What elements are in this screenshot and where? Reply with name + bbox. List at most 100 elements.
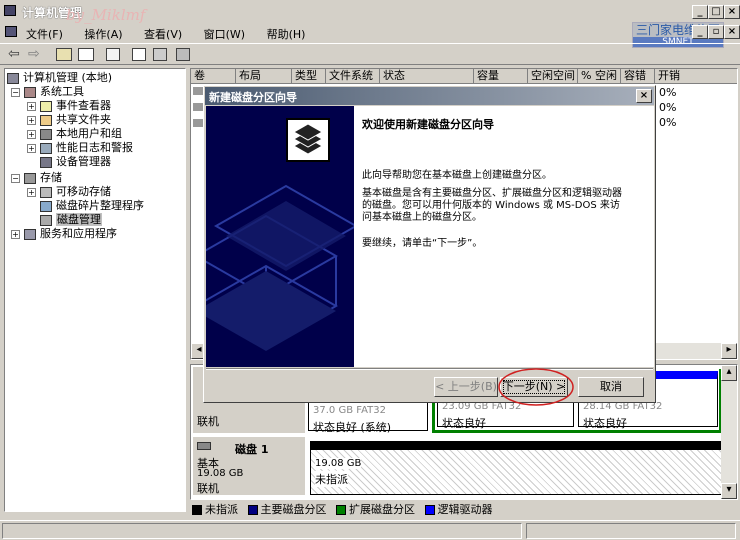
back-arrow-icon[interactable]: ⇦ <box>8 46 20 62</box>
wizard-separator <box>206 368 653 370</box>
defrag-icon <box>40 200 52 212</box>
tree-item-perf-logs[interactable]: + 性能日志和警报 <box>27 141 133 155</box>
close-button[interactable]: × <box>724 5 740 19</box>
expand-icon[interactable]: + <box>27 115 36 125</box>
menu-help[interactable]: 帮助(H) <box>267 28 306 41</box>
wizard-intro: 此向导帮助您在基本磁盘上创建磁盘分区。 <box>362 170 552 181</box>
wizard-close-button[interactable]: × <box>636 89 652 103</box>
volume-overhead-cell: 0% <box>659 86 677 99</box>
volume-row-icon <box>193 119 203 127</box>
up-folder-icon[interactable] <box>56 48 72 61</box>
wizard-heading: 欢迎使用新建磁盘分区向导 <box>362 118 494 131</box>
computer-icon <box>7 72 19 84</box>
legend: 未指派 主要磁盘分区 扩展磁盘分区 逻辑驱动器 <box>192 501 493 517</box>
col-percent-free[interactable]: % 空闲 <box>578 69 621 84</box>
expand-icon[interactable]: + <box>27 129 36 139</box>
tree-item-services[interactable]: + 服务和应用程序 <box>11 227 117 241</box>
forward-arrow-icon[interactable]: ⇨ <box>28 46 40 62</box>
scroll-up-button[interactable]: ▴ <box>721 365 737 381</box>
mmc-icon <box>5 26 17 37</box>
partition-size: 37.0 GB FAT32 <box>313 405 386 416</box>
wizard-description: 基本磁盘是含有主要磁盘分区、扩展磁盘分区和逻辑驱动器的磁盘。您可以用什何版本的 … <box>362 188 622 223</box>
wizard-banner <box>206 106 354 367</box>
show-tree-icon[interactable] <box>78 48 94 61</box>
tree-item-local-users[interactable]: + 本地用户和组 <box>27 127 122 141</box>
expand-icon[interactable]: + <box>27 187 36 197</box>
help-icon[interactable] <box>132 48 146 61</box>
disk1-status: 联机 <box>197 482 219 495</box>
legend-swatch <box>424 505 435 515</box>
tree-pane: 计算机管理 (本地) − 系统工具 + 事件查看器 + 共享文件夹 + 本地用户和组 +… <box>4 68 186 512</box>
properties-icon[interactable] <box>106 48 120 61</box>
minimize-button[interactable]: _ <box>692 5 708 19</box>
tree-item-event-viewer[interactable]: + 事件查看器 <box>27 99 111 113</box>
volume-overhead-cell: 0% <box>659 101 677 114</box>
col-free-space[interactable]: 空闲空间 <box>528 69 578 84</box>
expand-icon[interactable]: + <box>27 143 36 153</box>
unallocated-label: 未指派 <box>315 471 348 487</box>
tree-item-defrag[interactable]: 磁盘碎片整理程序 <box>40 199 144 213</box>
disk-settings-icon[interactable] <box>153 48 167 61</box>
tree-item-system-tools[interactable]: − 系统工具 <box>11 85 84 99</box>
col-fault-tolerance[interactable]: 容错 <box>621 69 655 84</box>
legend-swatch <box>247 505 258 515</box>
menu-file[interactable]: 文件(F) <box>26 28 63 41</box>
expand-icon[interactable]: + <box>27 101 36 111</box>
legend-swatch <box>192 505 202 515</box>
legend-item-primary: 主要磁盘分区 <box>247 503 327 516</box>
disk1-unallocated[interactable]: 19.08 GB 未指派 <box>310 441 722 495</box>
menu-window[interactable]: 窗口(W) <box>204 28 245 41</box>
event-viewer-icon <box>40 100 52 112</box>
disk-vscrollbar[interactable]: ▴ ▾ <box>721 365 737 499</box>
mdi-close-button[interactable]: × <box>724 25 740 39</box>
perf-logs-icon <box>40 142 52 154</box>
maximize-button[interactable]: □ <box>708 5 724 19</box>
removable-storage-icon <box>40 186 52 198</box>
tools-icon <box>24 86 36 98</box>
status-panel <box>2 523 522 539</box>
legend-item-logical: 逻辑驱动器 <box>424 503 493 516</box>
refresh-icon[interactable] <box>176 48 190 61</box>
mdi-restore-button[interactable]: ▫ <box>708 25 724 39</box>
scroll-right-button[interactable]: ▸ <box>721 343 737 359</box>
tree-root[interactable]: 计算机管理 (本地) <box>7 71 112 85</box>
wizard-title-bar: 新建磁盘分区向导 × <box>205 87 654 105</box>
col-type[interactable]: 类型 <box>292 69 326 84</box>
disk1-name: 磁盘 1 <box>235 443 269 456</box>
users-icon <box>40 128 52 140</box>
wizard-cancel-button[interactable]: 取消 <box>578 377 644 397</box>
disk1-info: 磁盘 1 基本 19.08 GB 联机 <box>193 437 305 495</box>
mdi-minimize-button[interactable]: _ <box>692 25 708 39</box>
tree-item-removable-storage[interactable]: + 可移动存储 <box>27 185 111 199</box>
col-volume[interactable]: 卷 <box>191 69 236 84</box>
collapse-icon[interactable]: − <box>11 87 20 97</box>
partition-state: 状态良好 <box>583 417 627 430</box>
expand-icon[interactable]: + <box>11 229 20 239</box>
tree-item-disk-management[interactable]: 磁盘管理 <box>40 213 102 227</box>
legend-item-extended: 扩展磁盘分区 <box>336 503 415 516</box>
volume-row-icon <box>193 103 203 111</box>
status-bar <box>0 520 740 540</box>
disk1-icon <box>197 442 211 450</box>
wizard-dialog: 新建磁盘分区向导 × 欢迎使用新建磁盘分区向导 此向导帮助您在基本磁盘上创建磁盘… <box>203 85 656 406</box>
services-icon <box>24 228 36 240</box>
menu-view[interactable]: 查看(V) <box>144 28 182 41</box>
col-overhead[interactable]: 开销 <box>655 69 737 84</box>
disk-stack-icon <box>286 118 330 162</box>
col-layout[interactable]: 布局 <box>236 69 292 84</box>
menu-action[interactable]: 操作(A) <box>84 28 122 41</box>
tree-item-shared-folders[interactable]: + 共享文件夹 <box>27 113 111 127</box>
scroll-down-button[interactable]: ▾ <box>721 483 737 499</box>
disk-management-icon <box>40 214 52 226</box>
tree-item-device-manager[interactable]: 设备管理器 <box>40 155 111 169</box>
collapse-icon[interactable]: − <box>11 173 20 183</box>
wizard-back-button[interactable]: < 上一步(B) <box>434 377 498 397</box>
tree-item-storage[interactable]: − 存储 <box>11 171 62 185</box>
unallocated-size: 19.08 GB <box>315 458 362 469</box>
disk1-size: 19.08 GB <box>197 468 244 479</box>
app-icon <box>4 5 16 16</box>
col-status[interactable]: 状态 <box>380 69 474 84</box>
col-capacity[interactable]: 容量 <box>474 69 528 84</box>
toolbar: ⇦ ⇨ <box>0 43 740 65</box>
col-filesystem[interactable]: 文件系统 <box>326 69 380 84</box>
